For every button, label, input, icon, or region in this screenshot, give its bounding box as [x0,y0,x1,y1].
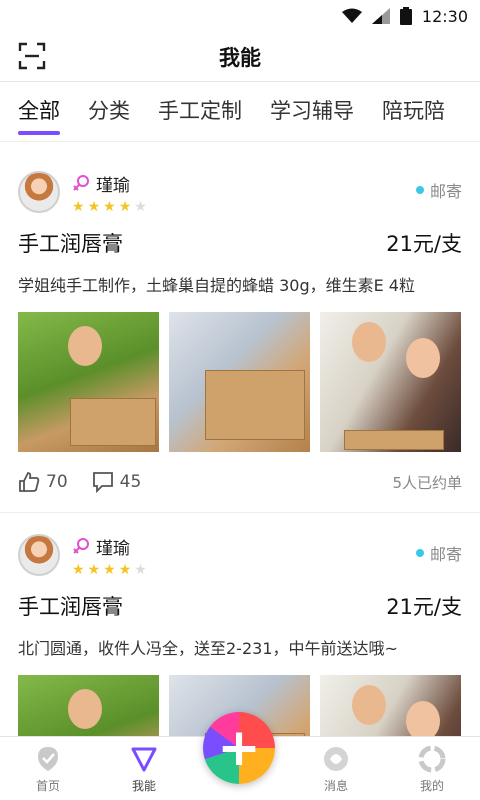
avatar[interactable] [18,171,60,213]
star-icon: ★ [72,198,85,215]
scan-icon[interactable] [18,42,46,70]
nav-messages[interactable]: 消息 [296,745,376,794]
tab-all[interactable]: 全部 [18,95,60,135]
star-icon: ★ [118,561,132,578]
triangle-icon [131,747,157,772]
user-info: 瑾瑜 ★ ★ ★ ★ ★ [72,534,147,577]
like-count: 70 [46,472,68,492]
star-icon: ★ [87,561,101,578]
home-pin-icon [38,747,58,771]
user-row: 瑾瑜 ★ ★ ★ ★ ★ 邮寄 [18,533,462,577]
profile-ring-icon [418,745,446,773]
service-feed: 瑾瑜 ★ ★ ★ ★ ★ 邮寄 手工润唇膏 21元/支 学姐纯手工制作，土蜂巢自… [0,150,480,736]
service-card[interactable]: 瑾瑜 ★ ★ ★ ★ ★ 邮寄 手工润唇膏 21元/支 北门圆通，收件人冯全，送… [0,512,480,736]
category-tabs: 全部 分类 手工定制 学习辅导 陪玩陪 [0,82,480,142]
service-title: 手工润唇膏 [18,232,123,256]
service-description: 学姐纯手工制作，土蜂巢自提的蜂蜡 30g，维生素E 4粒 [18,276,415,295]
service-card[interactable]: 瑾瑜 ★ ★ ★ ★ ★ 邮寄 手工润唇膏 21元/支 学姐纯手工制作，土蜂巢自… [0,150,480,512]
star-icon: ★ [72,561,85,578]
rating-stars: ★ ★ ★ ★ ★ [72,200,147,214]
user-name[interactable]: 瑾瑜 [96,534,130,559]
service-photo[interactable] [320,312,461,452]
user-row: 瑾瑜 ★ ★ ★ ★ ★ 邮寄 [18,170,462,214]
nav-home[interactable]: 首页 [8,745,88,794]
nav-abilities[interactable]: 我能 [104,745,184,794]
service-photo[interactable] [169,312,310,452]
female-icon [73,538,89,554]
female-icon [73,175,89,191]
page-title: 我能 [219,45,261,70]
nav-abilities-label: 我能 [131,779,156,793]
delivery-label: 邮寄 [429,545,462,564]
tab-handmade[interactable]: 手工定制 [158,95,242,129]
star-icon: ★ [118,198,132,215]
engagement-row: 70 45 5人已约单 [18,452,462,512]
service-price: 21元/支 [386,595,462,619]
plus-icon: + [217,718,261,778]
status-bar: 12:30 [0,0,480,32]
service-price: 21元/支 [386,232,462,256]
message-icon [324,747,348,771]
thumbs-up-icon [19,472,40,492]
star-icon: ★ [134,561,147,578]
user-name[interactable]: 瑾瑜 [96,171,130,196]
comment-button[interactable]: 45 [92,471,142,493]
photo-gallery [18,312,462,452]
dot-icon [415,186,424,194]
service-photo[interactable] [18,312,159,452]
signal-icon [371,8,390,24]
rating-stars: ★ ★ ★ ★ ★ [72,563,147,577]
tab-tutoring[interactable]: 学习辅导 [270,95,354,129]
delivery-badge: 邮寄 [415,178,462,202]
star-icon: ★ [103,198,116,215]
like-button[interactable]: 70 [18,471,68,493]
dot-icon [415,549,424,557]
app-bar: 我能 [0,32,480,82]
status-time: 12:30 [421,6,468,26]
nav-profile[interactable]: 我的 [392,745,472,794]
service-description: 北门圆通，收件人冯全，送至2-231，中午前送达哦~ [18,639,398,658]
nav-home-label: 首页 [35,779,60,793]
nav-profile-label: 我的 [419,779,444,793]
star-icon: ★ [103,561,116,578]
order-count: 5人已约单 [392,473,462,492]
wifi-icon [341,8,362,23]
service-photo[interactable] [18,675,159,736]
user-info: 瑾瑜 ★ ★ ★ ★ ★ [72,171,147,214]
avatar[interactable] [18,534,60,576]
nav-messages-label: 消息 [323,779,348,793]
comment-count: 45 [119,472,142,492]
star-icon: ★ [87,198,101,215]
comment-icon [92,472,113,493]
service-photo[interactable] [320,675,461,736]
publish-button[interactable]: + [203,712,275,784]
delivery-badge: 邮寄 [415,541,462,565]
tab-category[interactable]: 分类 [88,95,130,129]
star-icon: ★ [134,198,147,215]
tab-companion[interactable]: 陪玩陪 [382,95,445,129]
service-title: 手工润唇膏 [18,595,123,619]
delivery-label: 邮寄 [429,182,462,201]
battery-icon [399,7,412,25]
